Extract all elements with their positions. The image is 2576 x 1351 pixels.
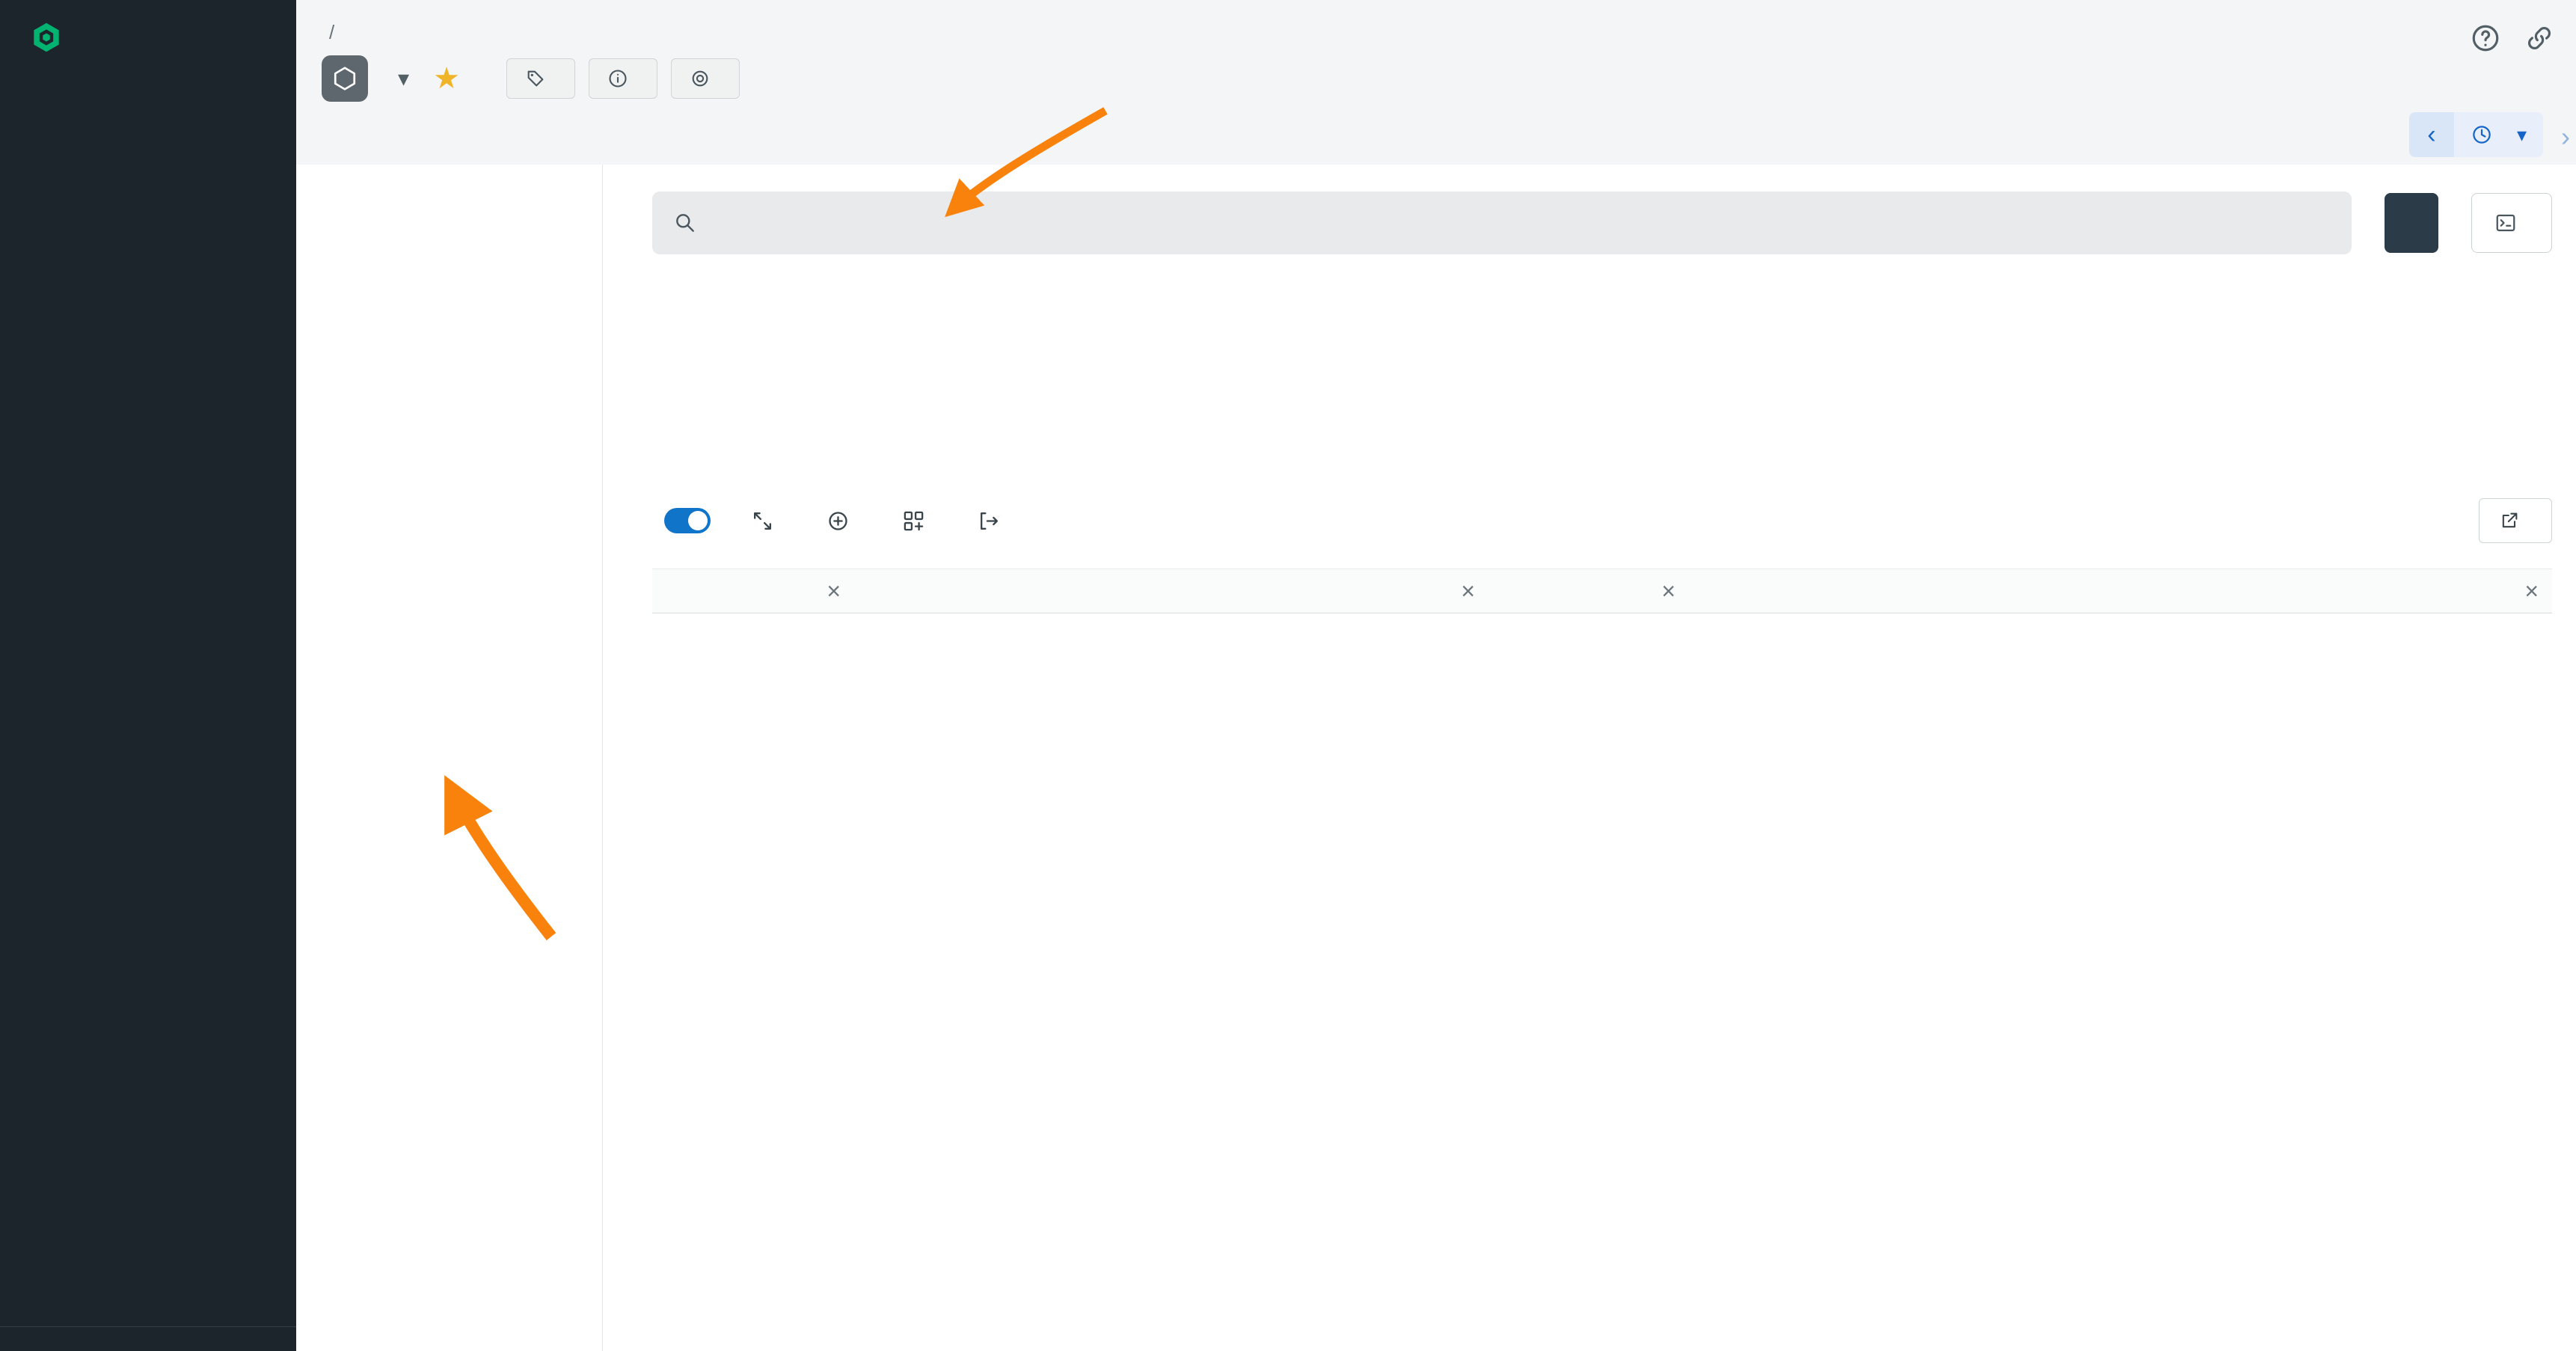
time-forward-button[interactable]: › [2561,121,2570,153]
export-button[interactable] [978,509,1013,533]
info-icon [607,68,628,89]
clock-icon [2471,123,2493,146]
app-root: / ▾ ★ [0,0,2576,1351]
global-nav [0,75,296,79]
column-header-request-client-ip[interactable]: × [1689,579,2552,603]
external-link-icon [2499,510,2520,531]
workloads-button[interactable] [671,58,740,99]
add-to-dashboard-button[interactable] [902,509,937,533]
logs-table: × × × × [652,569,2552,613]
header-utility-icons [2470,22,2555,54]
entity-avatar [322,55,368,102]
breadcrumb: / [322,21,342,44]
chevron-down-icon: ▾ [2517,123,2527,147]
add-column-button[interactable] [827,509,862,533]
new-relic-logo-icon [30,21,63,54]
entity-subnav [296,165,603,1351]
export-icon [978,509,1001,533]
global-sidebar [0,0,296,1351]
entity-title-row: ▾ ★ [322,55,740,102]
expand-table-button[interactable] [751,509,786,533]
query-row [652,192,2552,254]
logs-toolbar [652,498,2552,543]
plus-circle-icon [827,509,850,533]
search-icon [673,211,697,235]
permalink-icon[interactable] [2524,22,2555,54]
log-search-bar [652,192,2352,254]
column-header-timestamp[interactable]: × [652,579,854,603]
tag-icon [525,68,546,89]
expand-logs-toggle[interactable] [664,508,711,533]
hexagon-icon [331,65,358,92]
query-logs-button[interactable] [2385,193,2438,253]
new-relic-logo[interactable] [0,0,296,75]
logs-timeline-chart [652,299,2552,458]
close-icon[interactable]: × [827,579,841,603]
close-icon[interactable]: × [1461,579,1475,603]
nrql-button[interactable] [2471,193,2552,253]
column-header-event[interactable]: × [854,579,1488,603]
tags-button[interactable] [506,58,575,99]
metadata-button[interactable] [589,58,657,99]
body-row: × × × × [296,165,2576,1351]
expand-logs-toggle-group [652,508,711,533]
expand-icon [751,509,774,533]
time-picker[interactable]: ‹ ▾ [2409,112,2543,157]
page-header: / ▾ ★ [296,0,2576,165]
favorite-star-icon[interactable]: ★ [433,61,460,96]
sidebar-footer [0,1326,296,1351]
chevron-down-icon[interactable]: ▾ [398,66,409,92]
time-back-button[interactable]: ‹ [2409,112,2454,157]
line-chart [652,299,2552,449]
nrql-icon [2494,212,2517,234]
log-query-input[interactable] [712,211,2316,235]
open-in-logs-button[interactable] [2479,498,2552,543]
close-icon[interactable]: × [1661,579,1675,603]
dashboard-add-icon [902,509,925,533]
table-header: × × × × [652,569,2552,613]
workloads-icon [690,68,711,89]
column-header-label[interactable]: × [1488,579,1689,603]
close-icon[interactable]: × [2524,579,2539,603]
logs-content: × × × × [603,165,2576,1351]
main-column: / ▾ ★ [296,0,2576,1351]
entity-actions [506,58,740,99]
help-icon[interactable] [2470,22,2501,54]
